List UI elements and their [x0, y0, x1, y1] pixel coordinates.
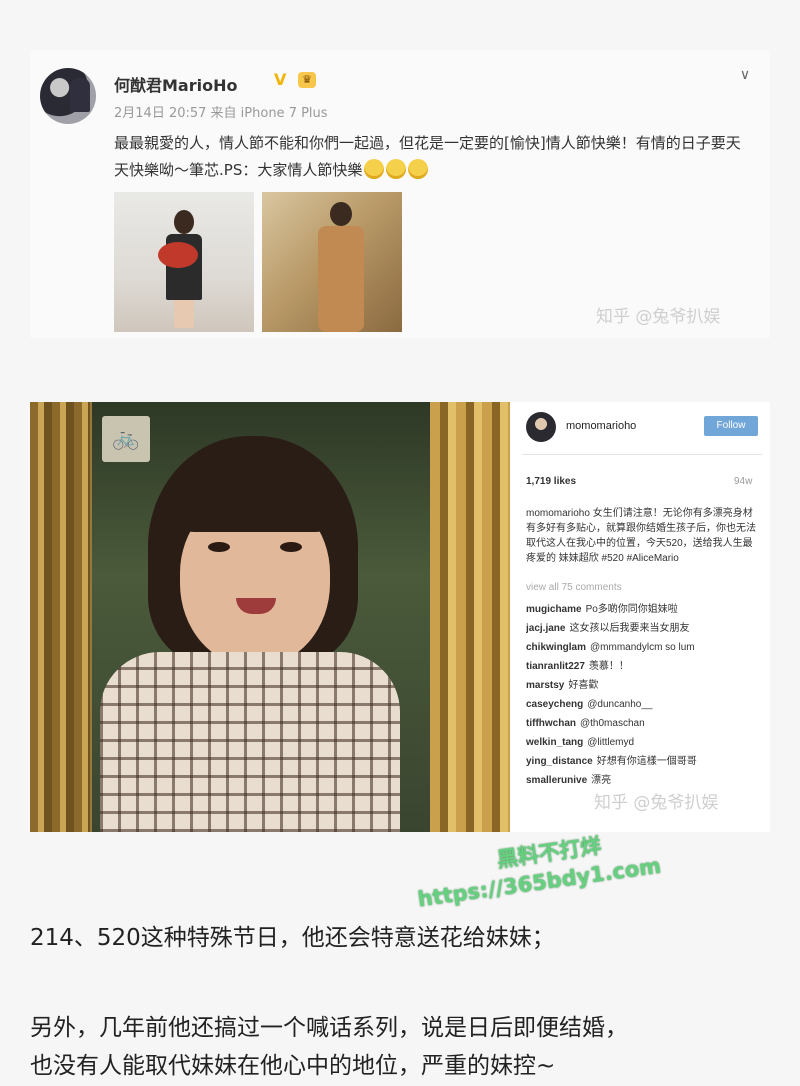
- comment-text: 好想有你這樣一個哥哥: [596, 756, 697, 767]
- comment-text: @mmmandylcm so lum: [590, 642, 695, 653]
- bicycle-icon: 🚲: [102, 416, 150, 462]
- gold-frame-left: [30, 402, 90, 832]
- weibo-username[interactable]: 何猷君MarioHo: [114, 72, 237, 96]
- comment-item: tiffhwchan @th0maschan: [526, 714, 766, 733]
- post-age: 94w: [734, 476, 753, 487]
- comment-user[interactable]: jacj.jane: [526, 623, 565, 634]
- instagram-avatar[interactable]: [526, 412, 556, 442]
- comment-user[interactable]: smallerunive: [526, 775, 587, 786]
- comment-user[interactable]: chikwinglam: [526, 642, 586, 653]
- comment-user[interactable]: welkin_tang: [526, 737, 583, 748]
- follow-button[interactable]: Follow: [704, 416, 758, 436]
- comment-item: welkin_tang @littlemyd: [526, 733, 766, 752]
- gold-frame-right: [430, 402, 510, 832]
- comment-text: 漂亮: [591, 775, 612, 786]
- weibo-photo-flowers[interactable]: [114, 192, 254, 332]
- site-overlay-watermark: 黑料不打烊 https://365bdy1.com: [412, 824, 663, 914]
- plaid-dress: [100, 652, 400, 832]
- weibo-avatar[interactable]: [40, 68, 96, 124]
- article-paragraph-2-line-1: 另外，几年前他还搞过一个喊话系列，说是日后即便结婚，: [30, 1015, 628, 1041]
- comment-item: tianranlit227 羡慕！！: [526, 657, 766, 676]
- comment-item: jacj.jane 这女孩以后我要来当女朋友: [526, 619, 766, 638]
- woman-figure: [318, 202, 364, 332]
- likes-count: 1,719 likes: [526, 476, 577, 487]
- woman-with-bouquet-figure: [158, 210, 204, 328]
- instagram-post-card: 🚲 momomarioho Follow 1,719 likes 94w mom…: [30, 402, 770, 832]
- child-bangs: [180, 462, 330, 532]
- comment-item: mugichame Po多啲你同你姐妹啦: [526, 600, 766, 619]
- instagram-sidebar: momomarioho Follow 1,719 likes 94w momom…: [514, 402, 770, 832]
- weibo-post-text: 最最親愛的人，情人節不能和你們一起過，但花是一定要的[愉快]情人節快樂！有情的日…: [114, 130, 754, 184]
- comment-text: 这女孩以后我要来当女朋友: [569, 623, 690, 634]
- cat-emoji-icon: [364, 159, 385, 179]
- comment-list: mugichame Po多啲你同你姐妹啦 jacj.jane 这女孩以后我要来当女朋…: [526, 600, 766, 790]
- verified-v-badge: V: [274, 70, 287, 89]
- view-all-comments-link[interactable]: view all 75 comments: [526, 582, 622, 593]
- comment-user[interactable]: tianranlit227: [526, 661, 585, 672]
- comment-text: @th0maschan: [580, 718, 645, 729]
- instagram-caption: momomarioho 女生们请注意！无论你有多漂亮身材有多好有多贴心，就算跟你…: [526, 508, 756, 564]
- comment-item: chikwinglam @mmmandylcm so lum: [526, 638, 766, 657]
- comment-text: 羡慕！！: [588, 661, 629, 672]
- framed-child-photo[interactable]: 🚲: [30, 402, 510, 832]
- comment-user[interactable]: marstsy: [526, 680, 564, 691]
- divider: [522, 454, 762, 455]
- cat-emoji-icon: [386, 159, 407, 179]
- comment-user[interactable]: tiffhwchan: [526, 718, 576, 729]
- comment-item: caseycheng @duncanho__: [526, 695, 766, 714]
- weibo-post-meta: 2月14日 20:57 来自 iPhone 7 Plus: [114, 106, 328, 121]
- comment-user[interactable]: caseycheng: [526, 699, 583, 710]
- weibo-photo-party[interactable]: [262, 192, 402, 332]
- instagram-username[interactable]: momomarioho: [566, 420, 636, 432]
- article-paragraph-2-line-2: 也没有人能取代妹妹在他心中的地位，严重的妹控~: [30, 1053, 556, 1079]
- comment-text: @littlemyd: [587, 737, 635, 748]
- comment-user[interactable]: ying_distance: [526, 756, 593, 767]
- child-eye-right: [280, 542, 302, 552]
- weibo-post-card: 何猷君MarioHo V ♛ 2月14日 20:57 来自 iPhone 7 P…: [30, 50, 770, 338]
- zhihu-watermark: 知乎 @兔爷扒娱: [594, 793, 719, 813]
- zhihu-watermark: 知乎 @兔爷扒娱: [596, 307, 721, 327]
- article-paragraph-1: 214、520这种特殊节日，他还会特意送花给妹妹；: [30, 925, 555, 951]
- comment-text: @duncanho__: [587, 699, 653, 710]
- comment-text: 好喜歡: [568, 680, 599, 691]
- member-crown-icon: ♛: [298, 72, 316, 88]
- comment-item: ying_distance 好想有你這樣一個哥哥: [526, 752, 766, 771]
- comment-user[interactable]: mugichame: [526, 604, 582, 615]
- chevron-down-icon[interactable]: ∨: [734, 64, 756, 86]
- child-eye-left: [208, 542, 230, 552]
- cat-emoji-icon: [408, 159, 429, 179]
- comment-text: Po多啲你同你姐妹啦: [585, 604, 678, 615]
- comment-item: marstsy 好喜歡: [526, 676, 766, 695]
